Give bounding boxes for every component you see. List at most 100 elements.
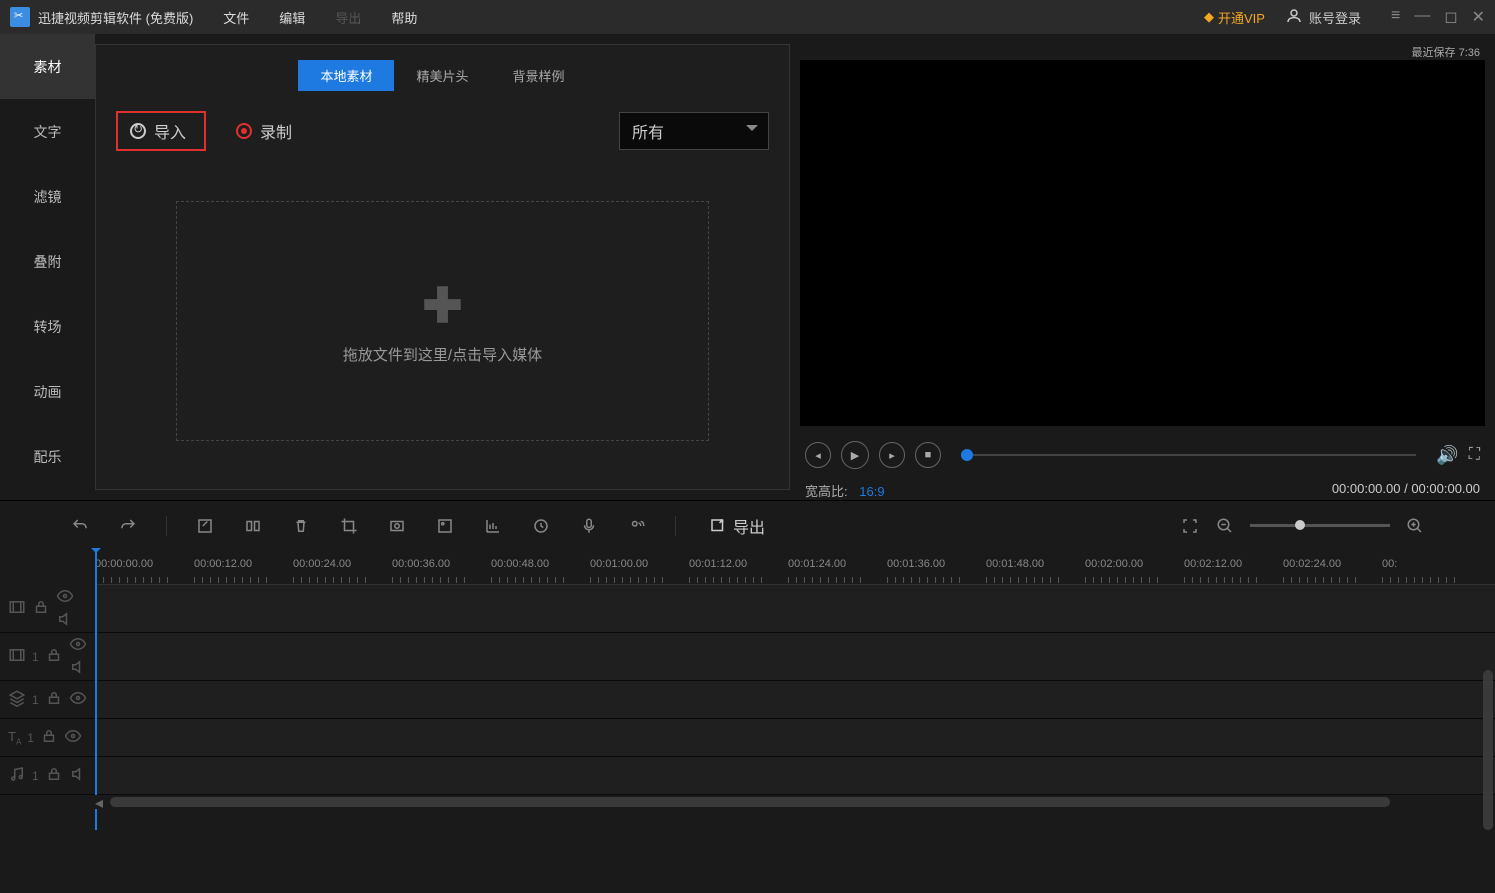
horizontal-scrollbar-thumb[interactable] (110, 797, 1390, 807)
import-button[interactable]: 导入 (116, 111, 206, 151)
lock-icon[interactable] (45, 646, 63, 667)
eye-icon[interactable] (64, 727, 82, 748)
media-dropzone[interactable]: ✚ 拖放文件到这里/点击导入媒体 (176, 201, 709, 441)
track-body[interactable] (95, 585, 1495, 632)
speaker-icon[interactable] (69, 765, 87, 786)
speaker-icon[interactable] (69, 658, 87, 679)
stop-button[interactable]: ■ (915, 442, 941, 468)
minimize-button[interactable]: — (1414, 7, 1430, 27)
lock-icon[interactable] (40, 727, 58, 748)
menu-edit[interactable]: 编辑 (279, 8, 305, 27)
ruler-mark: 00:02:12.00 (1184, 558, 1264, 585)
tab-local-media[interactable]: 本地素材 (298, 60, 394, 91)
track-body[interactable] (95, 719, 1495, 756)
speed-button[interactable] (531, 516, 551, 536)
track-number: 1 (32, 650, 39, 664)
divider (675, 516, 676, 536)
preview-viewport (800, 60, 1485, 426)
export-icon (709, 517, 727, 535)
tab-intro[interactable]: 精美片头 (394, 60, 490, 91)
audio-track-icon (8, 765, 26, 786)
sidebar-item-media[interactable]: 素材 (0, 34, 95, 99)
login-button[interactable]: 账号登录 (1285, 7, 1361, 28)
snapshot-button[interactable] (387, 516, 407, 536)
track-body[interactable] (95, 757, 1495, 794)
maximize-button[interactable]: ◻ (1444, 7, 1457, 27)
speaker-icon[interactable] (56, 610, 74, 631)
sidebar-item-filter[interactable]: 滤镜 (0, 164, 95, 229)
track-body[interactable] (95, 633, 1495, 680)
edit-button[interactable] (195, 516, 215, 536)
eye-icon[interactable] (56, 587, 74, 608)
scroll-left-icon[interactable]: ◂ (95, 793, 103, 813)
sidebar-item-animation[interactable]: 动画 (0, 359, 95, 424)
ruler-mark: 00:01:00.00 (590, 558, 670, 585)
menu-file[interactable]: 文件 (223, 8, 249, 27)
picture-button[interactable] (435, 516, 455, 536)
ruler-mark: 00:01:12.00 (689, 558, 769, 585)
timeline-export-button[interactable]: 导出 (709, 514, 765, 538)
sidebar-item-text[interactable]: 文字 (0, 99, 95, 164)
voice-button[interactable] (627, 516, 647, 536)
track-body[interactable] (95, 681, 1495, 718)
record-button[interactable]: 录制 (236, 119, 292, 143)
prev-frame-button[interactable]: ◂ (805, 442, 831, 468)
zoom-slider[interactable] (1250, 524, 1390, 527)
hamburger-icon[interactable]: ≡ (1391, 7, 1400, 27)
playback-slider-handle[interactable] (961, 449, 973, 461)
sidebar-item-overlay[interactable]: 叠附 (0, 229, 95, 294)
delete-button[interactable] (291, 516, 311, 536)
crop-button[interactable] (339, 516, 359, 536)
next-frame-button[interactable]: ▸ (879, 442, 905, 468)
track-video-main (0, 585, 1495, 633)
record-label: 录制 (260, 119, 292, 143)
mic-button[interactable] (579, 516, 599, 536)
volume-icon[interactable]: 🔊 (1436, 445, 1458, 466)
track-text-1: TA 1 (0, 719, 1495, 757)
vip-button[interactable]: ◆ 开通VIP (1204, 8, 1265, 27)
sidebar-item-transition[interactable]: 转场 (0, 294, 95, 359)
undo-button[interactable] (70, 516, 90, 536)
last-save-label: 最近保存 7:36 (800, 44, 1485, 60)
lock-icon[interactable] (45, 689, 63, 710)
ruler-mark: 00:01:24.00 (788, 558, 868, 585)
fit-button[interactable] (1180, 516, 1200, 536)
eye-icon[interactable] (69, 689, 87, 710)
ruler-mark: 00:00:48.00 (491, 558, 571, 585)
eye-icon[interactable] (69, 635, 87, 656)
play-button[interactable]: ▶ (841, 441, 869, 469)
aspect-ratio-label: 宽高比: (805, 484, 848, 499)
tab-background[interactable]: 背景样例 (491, 60, 587, 91)
close-button[interactable]: ✕ (1472, 7, 1485, 27)
sidebar-item-music[interactable]: 配乐 (0, 424, 95, 489)
menu-help[interactable]: 帮助 (391, 8, 417, 27)
video-track-icon (8, 598, 26, 619)
zoom-slider-handle[interactable] (1295, 520, 1305, 530)
chart-button[interactable] (483, 516, 503, 536)
menu-export: 导出 (335, 8, 361, 27)
ruler-mark: 00:00:36.00 (392, 558, 472, 585)
split-button[interactable] (243, 516, 263, 536)
ruler-mark: 00:01:36.00 (887, 558, 967, 585)
sidebar: 素材 文字 滤镜 叠附 转场 动画 配乐 (0, 34, 95, 500)
lock-icon[interactable] (45, 765, 63, 786)
horizontal-scrollbar[interactable]: ◂ (95, 795, 1495, 809)
ruler-mark: 00:01:48.00 (986, 558, 1066, 585)
zoom-in-button[interactable] (1405, 516, 1425, 536)
media-filter-select[interactable]: 所有 (619, 112, 769, 150)
timeline-ruler[interactable]: 00:00:00.0000:00:12.0000:00:24.0000:00:3… (95, 550, 1495, 585)
track-audio-1: 1 (0, 757, 1495, 795)
fullscreen-icon[interactable]: ⛶ (1469, 446, 1480, 464)
ruler-mark: 00:00:12.00 (194, 558, 274, 585)
lock-icon[interactable] (32, 598, 50, 619)
ruler-mark: 00:02:00.00 (1085, 558, 1165, 585)
zoom-out-button[interactable] (1215, 516, 1235, 536)
playback-slider[interactable] (961, 454, 1416, 456)
ruler-mark: 00:00:24.00 (293, 558, 373, 585)
playhead[interactable] (95, 550, 97, 830)
app-icon (10, 7, 30, 27)
aspect-ratio-value[interactable]: 16:9 (859, 484, 884, 499)
app-title: 迅捷视频剪辑软件 (免费版) (38, 8, 193, 27)
redo-button[interactable] (118, 516, 138, 536)
vertical-scrollbar-thumb[interactable] (1483, 670, 1493, 830)
